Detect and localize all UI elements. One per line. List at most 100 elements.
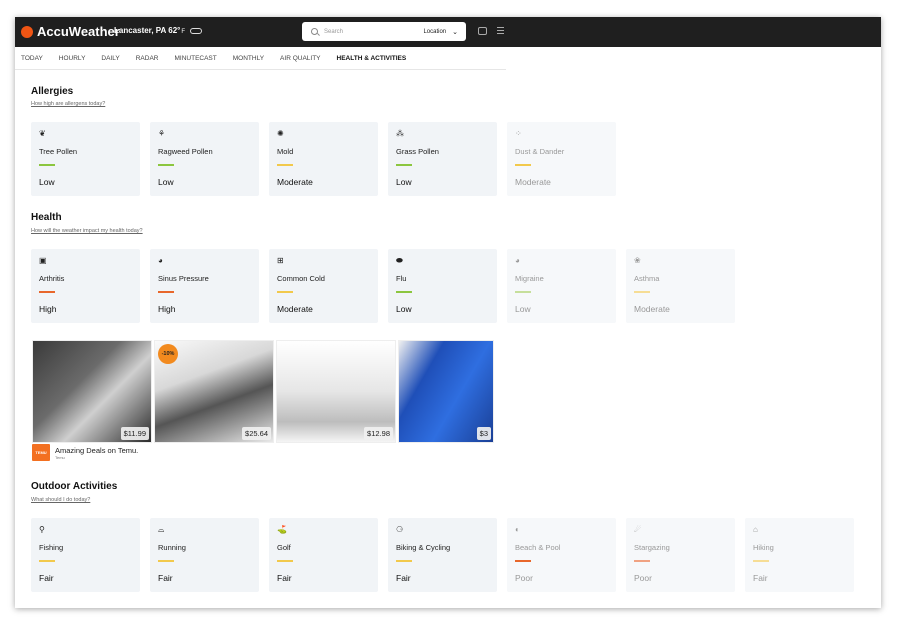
card-arthritis[interactable]: ▣ Arthritis High xyxy=(31,249,140,323)
level-indicator xyxy=(396,164,412,166)
ad-title[interactable]: Amazing Deals on Temu. xyxy=(55,446,138,455)
outdoor-title: Outdoor Activities xyxy=(31,481,118,492)
card-running[interactable]: ⌓ Running Fair xyxy=(150,518,259,592)
card-dust-dander[interactable]: ⁘ Dust & Dander Moderate xyxy=(507,122,616,196)
card-name: Biking & Cycling xyxy=(396,543,451,552)
card-level: Poor xyxy=(634,573,652,583)
level-indicator xyxy=(277,560,293,562)
card-level: Poor xyxy=(515,573,533,583)
card-name: Running xyxy=(158,543,186,552)
ad-product[interactable]: -10% $25.64 xyxy=(154,340,274,443)
tab-monthly[interactable]: MONTHLY xyxy=(233,55,264,62)
current-temp: 62° xyxy=(168,26,181,35)
card-level: Fair xyxy=(753,573,768,583)
level-indicator xyxy=(39,291,55,293)
allergies-title: Allergies xyxy=(31,86,74,97)
card-beach-pool[interactable]: ◐ Beach & Pool Poor xyxy=(507,518,616,592)
golf-icon: ⛳ xyxy=(277,525,287,534)
card-mold[interactable]: ✺ Mold Moderate xyxy=(269,122,378,196)
card-level: Low xyxy=(396,177,412,187)
ad-price: $12.98 xyxy=(364,427,393,440)
card-asthma[interactable]: ❀ Asthma Moderate xyxy=(626,249,735,323)
card-name: Stargazing xyxy=(634,543,670,552)
card-name: Flu xyxy=(396,274,407,283)
video-icon[interactable] xyxy=(478,27,487,35)
card-level: Moderate xyxy=(634,304,670,314)
card-level: Low xyxy=(158,177,174,187)
card-golf[interactable]: ⛳ Golf Fair xyxy=(269,518,378,592)
ragweed-icon: ⚘ xyxy=(158,129,166,138)
star-icon: ☄ xyxy=(634,525,642,534)
health-link[interactable]: How will the weather impact my health to… xyxy=(31,228,143,234)
tab-air-quality[interactable]: AIR QUALITY xyxy=(280,55,320,62)
cloud-icon xyxy=(190,27,203,34)
card-common-cold[interactable]: ⊞ Common Cold Moderate xyxy=(269,249,378,323)
tab-daily[interactable]: DAILY xyxy=(101,55,119,62)
card-biking-cycling[interactable]: ⚆ Biking & Cycling Fair xyxy=(388,518,497,592)
ad-product[interactable]: $12.98 xyxy=(276,340,396,443)
sinus-icon: ◕ xyxy=(158,256,163,265)
tab-hourly[interactable]: HOURLY xyxy=(59,55,86,62)
card-level: Moderate xyxy=(277,177,313,187)
level-indicator xyxy=(158,164,174,166)
logo[interactable]: AccuWeather xyxy=(21,24,120,39)
level-indicator xyxy=(39,164,55,166)
card-fishing[interactable]: ⚲ Fishing Fair xyxy=(31,518,140,592)
card-sinus-pressure[interactable]: ◕ Sinus Pressure High xyxy=(150,249,259,323)
allergies-link[interactable]: How high are allergens today? xyxy=(31,101,105,107)
level-indicator xyxy=(39,560,55,562)
card-level: High xyxy=(39,304,57,314)
tab-today[interactable]: TODAY xyxy=(21,55,43,62)
card-hiking[interactable]: ⌂ Hiking Fair xyxy=(745,518,854,592)
dust-icon: ⁘ xyxy=(515,129,522,138)
current-location[interactable]: Lancaster, PA 62°F xyxy=(114,26,203,35)
search-bar[interactable]: Search Location ⌄ xyxy=(302,22,466,41)
ad-carousel[interactable]: $11.99 -10% $25.64 $12.98 $3 xyxy=(32,340,496,443)
tab-radar[interactable]: RADAR xyxy=(136,55,159,62)
card-grass-pollen[interactable]: ⁂ Grass Pollen Low xyxy=(388,122,497,196)
outdoor-link[interactable]: What should I do today? xyxy=(31,497,90,503)
browser-frame: AccuWeather Lancaster, PA 62°F Search Lo… xyxy=(15,17,881,608)
level-indicator xyxy=(634,560,650,562)
ad-product[interactable]: $11.99 xyxy=(32,340,152,443)
ad-source: Temu xyxy=(55,454,65,460)
tab-health-activities[interactable]: HEALTH & ACTIVITIES xyxy=(337,55,407,62)
card-name: Fishing xyxy=(39,543,64,552)
card-name: Migraine xyxy=(515,274,544,283)
asthma-icon: ❀ xyxy=(634,256,641,265)
tab-minutecast[interactable]: MINUTECAST xyxy=(174,55,216,62)
location-name: Lancaster, PA xyxy=(114,26,167,35)
level-indicator xyxy=(158,560,174,562)
search-input[interactable]: Search xyxy=(324,29,423,35)
level-indicator xyxy=(634,291,650,293)
tree-pollen-icon: ❦ xyxy=(39,129,46,138)
arthritis-icon: ▣ xyxy=(39,256,47,265)
mold-icon: ✺ xyxy=(277,129,284,138)
discount-badge: -10% xyxy=(158,344,178,364)
card-level: Low xyxy=(515,304,531,314)
top-bar: AccuWeather Lancaster, PA 62°F Search Lo… xyxy=(15,17,881,47)
card-migraine[interactable]: ◕ Migraine Low xyxy=(507,249,616,323)
migraine-icon: ◕ xyxy=(515,256,520,265)
search-scope[interactable]: Location xyxy=(423,29,446,35)
card-flu[interactable]: ⬬ Flu Low xyxy=(388,249,497,323)
boot-icon: ⌂ xyxy=(753,525,758,534)
menu-icon[interactable] xyxy=(497,27,504,34)
card-name: Asthma xyxy=(634,274,660,283)
card-name: Dust & Dander xyxy=(515,147,565,156)
ad-product[interactable]: $3 xyxy=(398,340,494,443)
card-level: High xyxy=(158,304,176,314)
ad-price: $25.64 xyxy=(242,427,271,440)
health-title: Health xyxy=(31,212,62,223)
chevron-down-icon[interactable]: ⌄ xyxy=(452,28,458,36)
card-name: Arthritis xyxy=(39,274,65,283)
card-stargazing[interactable]: ☄ Stargazing Poor xyxy=(626,518,735,592)
grass-icon: ⁂ xyxy=(396,129,404,138)
sunglasses-icon: ◐ xyxy=(515,525,520,534)
card-tree-pollen[interactable]: ❦ Tree Pollen Low xyxy=(31,122,140,196)
card-level: Low xyxy=(39,177,55,187)
card-ragweed-pollen[interactable]: ⚘ Ragweed Pollen Low xyxy=(150,122,259,196)
ad-footer[interactable]: TEMU Amazing Deals on Temu. Temu xyxy=(32,444,138,461)
brand-name: AccuWeather xyxy=(37,24,120,39)
level-indicator xyxy=(158,291,174,293)
